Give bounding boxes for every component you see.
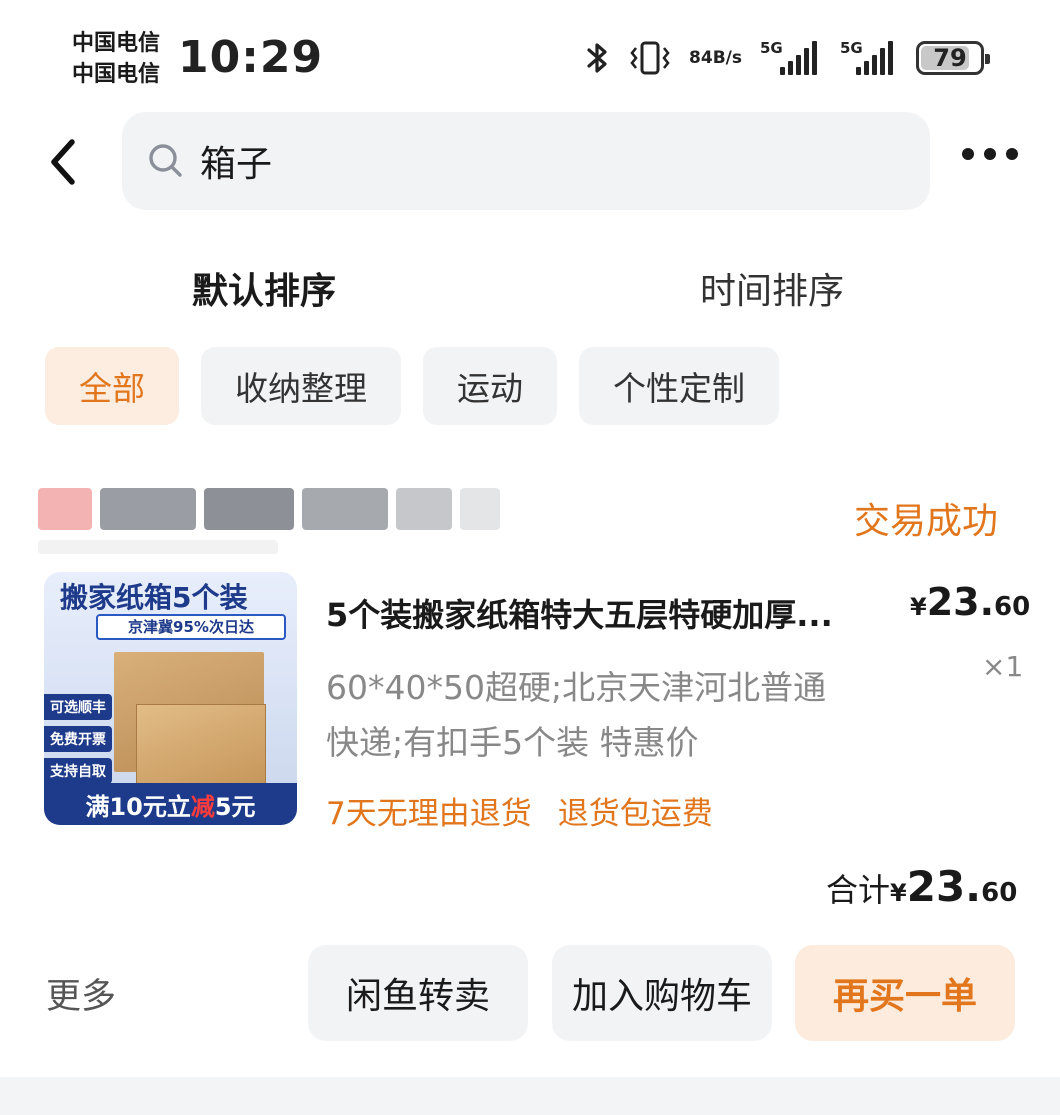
service-return: 7天无理由退货 xyxy=(326,796,532,832)
service-shipping: 退货包运费 xyxy=(557,796,713,832)
signal-sim1-icon: 5G xyxy=(760,39,822,75)
resell-button[interactable]: 闲鱼转卖 xyxy=(308,945,528,1041)
shop-name-redacted[interactable] xyxy=(38,488,500,530)
more-actions-link[interactable]: 更多 xyxy=(46,968,116,1019)
search-input[interactable]: 箱子 xyxy=(122,112,930,210)
status-time: 10:29 xyxy=(178,32,324,83)
order-total: 合计¥23.60 xyxy=(826,862,1018,911)
dot-icon xyxy=(962,148,974,160)
buy-again-button[interactable]: 再买一单 xyxy=(795,945,1015,1041)
tab-time-sort[interactable]: 时间排序 xyxy=(700,262,844,314)
search-query: 箱子 xyxy=(200,144,273,185)
product-title[interactable]: 5个装搬家纸箱特大五层特硬加厚... xyxy=(326,590,898,636)
product-specs: 60*40*50超硬;北京天津河北普通 快递;有扣手5个装 特惠价 xyxy=(326,668,827,762)
shop-name-redacted-shadow xyxy=(38,540,278,554)
search-icon xyxy=(149,144,182,177)
carrier-1: 中国电信 xyxy=(72,31,161,56)
battery-level: 79 xyxy=(933,44,967,72)
service-badges: 7天无理由退货 退货包运费 xyxy=(326,788,713,833)
section-divider xyxy=(0,1077,1060,1115)
bluetooth-icon xyxy=(585,40,611,76)
status-bar: 中国电信 中国电信 10:29 84 B/s 5G 5G 79 xyxy=(0,0,1060,100)
filter-chip-storage[interactable]: 收纳整理 xyxy=(201,347,401,425)
filter-chip-custom[interactable]: 个性定制 xyxy=(579,347,779,425)
add-to-cart-button[interactable]: 加入购物车 xyxy=(552,945,772,1041)
filter-chip-sports[interactable]: 运动 xyxy=(423,347,557,425)
more-options-button[interactable] xyxy=(962,148,1018,160)
vibrate-icon xyxy=(629,40,671,76)
order-status: 交易成功 xyxy=(854,501,999,542)
net-speed: 84 B/s xyxy=(689,47,742,68)
dot-icon xyxy=(1006,148,1018,160)
carrier-labels: 中国电信 中国电信 xyxy=(72,28,160,90)
tab-default-sort[interactable]: 默认排序 xyxy=(192,262,336,314)
carrier-2: 中国电信 xyxy=(72,62,161,87)
back-button[interactable] xyxy=(40,132,90,192)
signal-sim2-icon: 5G xyxy=(840,39,898,75)
dot-icon xyxy=(984,148,996,160)
chevron-left-icon xyxy=(51,139,75,185)
status-icons: 84 B/s 5G 5G 79 xyxy=(585,36,990,80)
battery-icon: 79 xyxy=(916,41,990,75)
unit-price: ¥23.60 xyxy=(910,580,1031,624)
quantity: ×1 xyxy=(982,650,1024,683)
product-thumbnail[interactable]: 搬家纸箱5个装 京津冀95%次日达 可选顺丰 免费开票 支持自取 满10元立减 5… xyxy=(44,572,297,825)
box-graphic xyxy=(136,704,266,794)
filter-chip-all[interactable]: 全部 xyxy=(45,347,179,425)
filter-chips: 全部 收纳整理 运动 个性定制 xyxy=(45,347,779,425)
